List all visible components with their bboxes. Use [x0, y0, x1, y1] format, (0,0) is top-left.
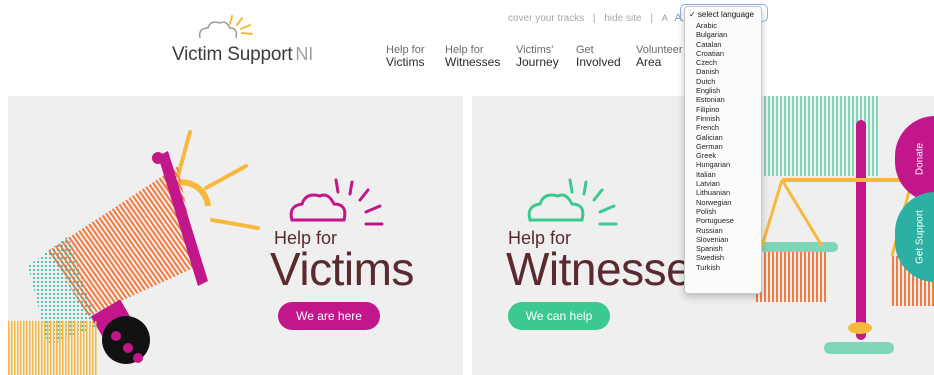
sun-cloud-logo-icon	[198, 15, 253, 39]
divider: |	[592, 13, 596, 24]
language-option[interactable]: Turkish	[696, 263, 734, 272]
language-options-list: Arabic Bulgarian Catalan Croatian Czech …	[696, 21, 734, 272]
language-option[interactable]: Italian	[696, 170, 734, 179]
witnesses-title: Witnesses	[506, 243, 714, 295]
language-option[interactable]: Greek	[696, 151, 734, 160]
nav-help-for-victims[interactable]: Help for Victims	[386, 44, 425, 68]
page: Victim Support NI cover your tracks | hid…	[0, 0, 934, 375]
language-option[interactable]: Estonian	[696, 95, 734, 104]
nav-help-for-witnesses[interactable]: Help for Witnesses	[445, 44, 500, 68]
language-selected-option[interactable]: ✓ select language	[689, 10, 754, 19]
nav-line2: Witnesses	[445, 55, 501, 69]
language-option[interactable]: Bulgarian	[696, 30, 734, 39]
language-dropdown[interactable]: ✓ select language Arabic Bulgarian Catal…	[684, 6, 762, 294]
language-option[interactable]: Dutch	[696, 77, 734, 86]
nav-line2: Victims	[386, 55, 425, 69]
nav-volunteer-area[interactable]: Volunteer Area	[636, 44, 682, 68]
language-option[interactable]: Danish	[696, 67, 734, 76]
language-option[interactable]: Czech	[696, 58, 734, 67]
brand-name: Victim Support	[172, 44, 293, 65]
language-option[interactable]: Swedish	[696, 253, 734, 262]
language-option[interactable]: Norwegian	[696, 198, 734, 207]
we-can-help-button[interactable]: We can help	[508, 302, 610, 330]
cover-tracks-link[interactable]: cover your tracks	[508, 13, 584, 24]
language-option[interactable]: Filipino	[696, 105, 734, 114]
megaphone-illustration-icon	[8, 130, 384, 375]
language-option[interactable]: Latvian	[696, 179, 734, 188]
nav-line2: Area	[636, 55, 662, 69]
language-option[interactable]: Portuguese	[696, 216, 734, 225]
hide-site-link[interactable]: hide site	[604, 13, 641, 24]
nav-get-involved[interactable]: Get Involved	[576, 44, 621, 68]
nav-line2: Involved	[576, 55, 621, 69]
language-option[interactable]: Lithuanian	[696, 188, 734, 197]
language-option[interactable]: German	[696, 142, 734, 151]
language-option[interactable]: Galician	[696, 133, 734, 142]
brand-suffix: NI	[295, 44, 314, 64]
language-option[interactable]: Arabic	[696, 21, 734, 30]
nav-victims-journey[interactable]: Victims' Journey	[516, 44, 559, 68]
language-option[interactable]: English	[696, 86, 734, 95]
language-option[interactable]: Polish	[696, 207, 734, 216]
site-header: Victim Support NI cover your tracks | hid…	[0, 0, 934, 96]
donate-label: Donate	[914, 142, 926, 176]
get-support-label: Get Support	[914, 210, 926, 264]
language-option[interactable]: Spanish	[696, 244, 734, 253]
language-option[interactable]: French	[696, 123, 734, 132]
victims-title: Victims	[270, 243, 414, 295]
nav-line2: Journey	[516, 55, 559, 69]
logo-text: Victim Support NI	[172, 44, 313, 66]
divider: |	[650, 13, 653, 24]
language-option[interactable]: Catalan	[696, 40, 734, 49]
language-option[interactable]: Slovenian	[696, 235, 734, 244]
language-option[interactable]: Hungarian	[696, 160, 734, 169]
help-for-victims-panel[interactable]: Help for Victims We are here	[8, 96, 463, 375]
language-option[interactable]: Russian	[696, 226, 734, 235]
language-option[interactable]: Croatian	[696, 49, 734, 58]
utility-links: cover your tracks | hide site | A A A	[508, 9, 701, 24]
font-size-small-button[interactable]: A	[662, 13, 668, 23]
site-logo[interactable]: Victim Support NI	[172, 15, 322, 68]
language-option[interactable]: Finnish	[696, 114, 734, 123]
we-are-here-button[interactable]: We are here	[278, 302, 380, 330]
